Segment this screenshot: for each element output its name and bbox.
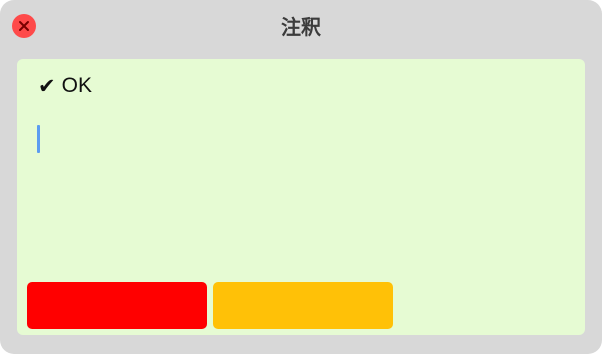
- annotation-note-area[interactable]: ✔ OK: [17, 59, 585, 335]
- title-bar: 注釈: [0, 0, 602, 52]
- color-swatch-orange[interactable]: [213, 282, 393, 329]
- checkmark-icon: ✔: [38, 74, 56, 98]
- text-caret: [37, 125, 40, 153]
- status-label: OK: [61, 74, 92, 97]
- annotation-text-input[interactable]: [33, 119, 567, 161]
- color-swatch-red[interactable]: [27, 282, 207, 329]
- window-title: 注釈: [281, 15, 321, 39]
- annotation-window: 注釈 ✔ OK: [0, 0, 602, 354]
- status-indicator: ✔ OK: [38, 74, 92, 98]
